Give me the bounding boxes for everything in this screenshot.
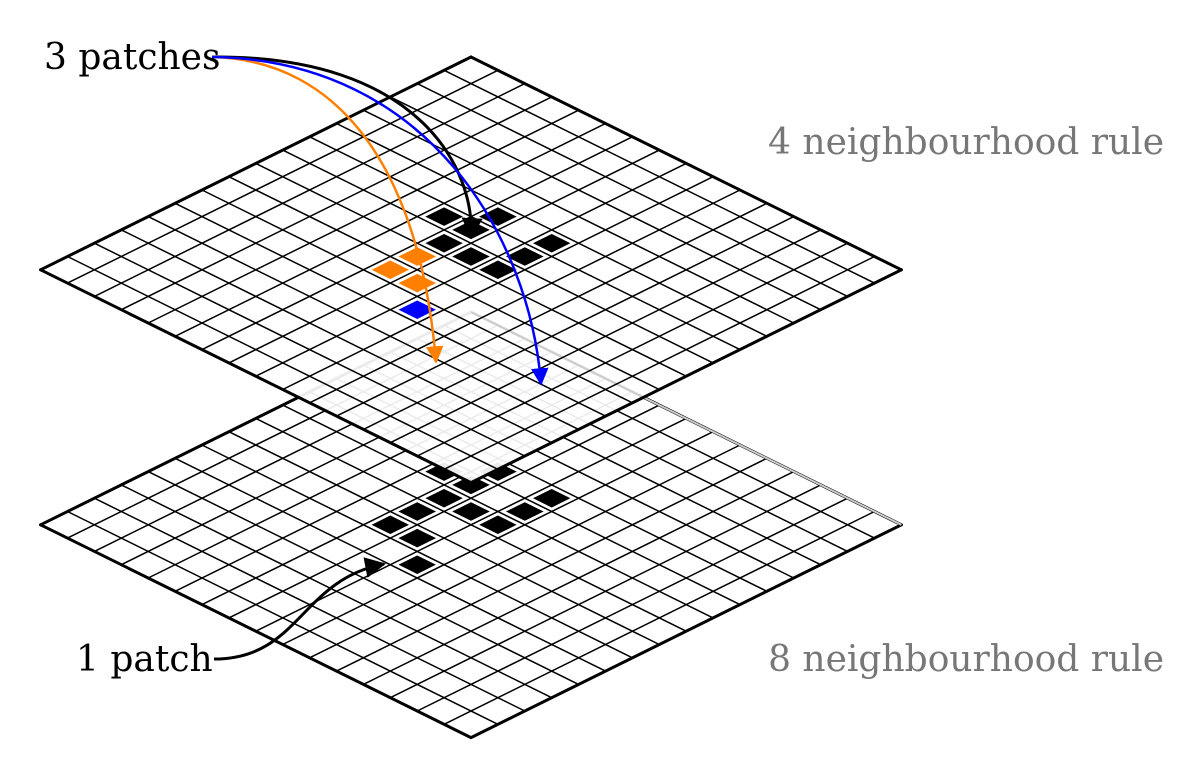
eight-neighbourhood-rule-label: 8 neighbourhood rule (768, 639, 1164, 680)
black-patch-cell (474, 513, 522, 537)
black-arrow-icon (213, 557, 387, 661)
black-patch-cell (420, 486, 468, 510)
black-patch-cell (393, 526, 441, 550)
four-neighbourhood-rule-label: 4 neighbourhood rule (768, 122, 1164, 163)
three-patches-label: 3 patches (44, 37, 220, 78)
black-patch-cell (528, 486, 575, 510)
neighbourhood-diagram: 3 patches 1 patch 4 neighbourhood rule 8… (39, 37, 1164, 740)
one-patch-label: 1 patch (76, 639, 213, 680)
black-patch-cell (447, 499, 495, 524)
black-patch-cell (393, 499, 441, 524)
black-patch-cell (367, 513, 414, 537)
black-patch-cell (393, 553, 441, 577)
black-patch-cell (501, 499, 549, 524)
